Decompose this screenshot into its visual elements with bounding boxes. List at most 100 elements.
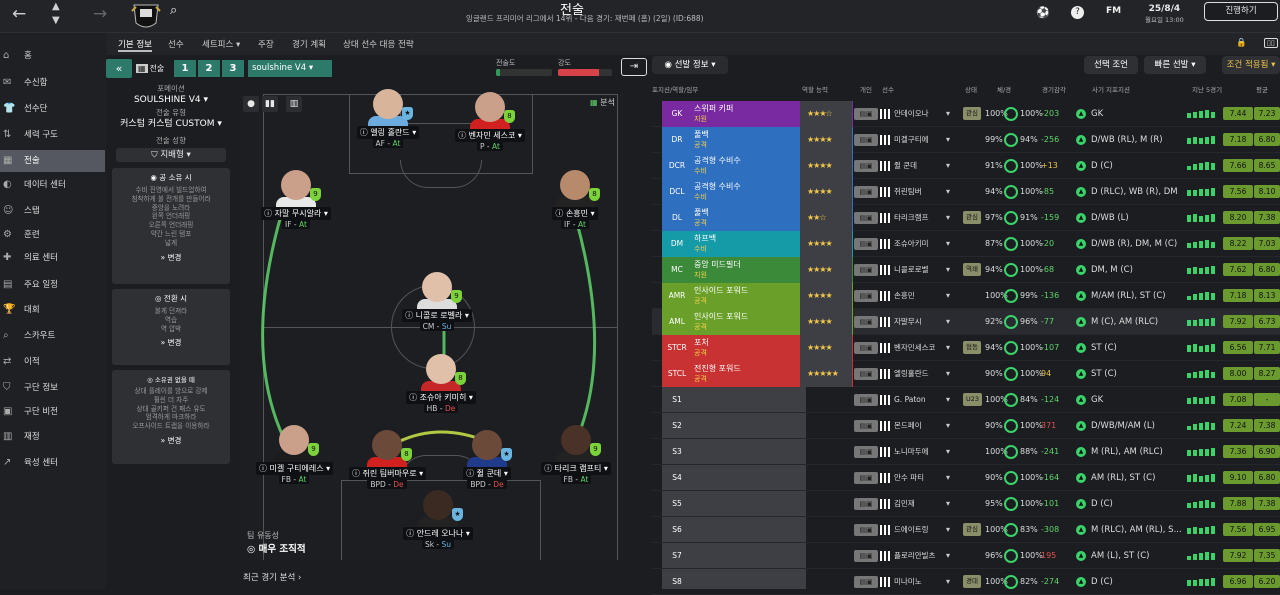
chevron-down-icon[interactable]: ▾ xyxy=(946,361,950,387)
chevron-down-icon[interactable]: ▾ xyxy=(946,465,950,491)
player-name[interactable]: G. Paton xyxy=(894,387,942,413)
player-name[interactable]: 벤자민세스코 xyxy=(894,335,942,361)
table-row[interactable]: STCR포처▾공격★★★★ ▤▣ 벤자민세스코▾ 협동 94% 100%-107 ▲ ST (… xyxy=(652,335,1280,361)
table-row[interactable]: DL 풀백▾공격★★☆ ▤▣ 타리크램프▾ 관심 97% 91%-159 ▲ D/WB (L) 8… xyxy=(652,205,1280,231)
pitch-player[interactable]: 8 ⓘ 벤자민 세스코 ▾ P - At xyxy=(452,92,528,152)
pitch-player[interactable]: 8 ⓘ 조슈아 키미히 ▾ HB - De xyxy=(403,354,479,414)
individual-instructions-icon[interactable]: ▤▣ xyxy=(854,108,878,120)
table-row[interactable]: S2 ▤▣ 몬드페이 ▾ 90% 100% 371 ▲ D/WB/M/AM (L) 7.24 7.3… xyxy=(652,413,1280,439)
conditions-button[interactable]: 조건 적용됨 ▾ xyxy=(1222,56,1280,74)
sidebar-item-dev-centre[interactable]: ↗ 육성 센터 xyxy=(0,452,105,474)
panel-toggle-icon[interactable]: ▯▯ xyxy=(1264,38,1278,48)
tactic-selector[interactable]: soulshine V4 ▾ xyxy=(248,60,332,77)
collapse-panel-button[interactable]: « xyxy=(106,59,132,78)
mentality-select[interactable]: ⛉ 지배형 ▾ xyxy=(116,148,226,162)
chevron-down-icon[interactable]: ▾ xyxy=(946,179,950,205)
individual-instructions-icon[interactable]: ▤▣ xyxy=(854,160,878,172)
table-row[interactable]: S7 ▤▣ 플로리안빌츠 ▾ 96% 100% 195 ▲ AM (L), ST (C) 7.92… xyxy=(652,543,1280,569)
sidebar-item-tactics[interactable]: ▦ 전술 xyxy=(0,150,105,172)
chevron-down-icon[interactable]: ▾ xyxy=(946,153,950,179)
chevron-down-icon[interactable]: ▾ xyxy=(946,309,950,335)
sidebar-item-finances[interactable]: ▥ 재정 xyxy=(0,426,105,448)
role-selector[interactable]: 풀백▾공격 xyxy=(690,127,836,153)
table-row[interactable]: S5 ▤▣ 김민재 ▾ 95% 100% -101 ▲ D (C) 7.88 7.38 xyxy=(652,491,1280,517)
role-selector[interactable]: 풀백▾공격 xyxy=(690,205,836,231)
chevron-down-icon[interactable]: ▾ xyxy=(946,205,950,231)
forward-arrow-icon[interactable]: → xyxy=(93,4,107,24)
stats-icon[interactable]: ▮▮ xyxy=(262,96,278,112)
table-row[interactable]: S4 ▤▣ 안수 파티 ▾ 90% 100% -164 ▲ AM (RL), ST (C) 9.1… xyxy=(652,465,1280,491)
pitch-player[interactable]: 9 ⓘ 타리크 램프티 ▾ FB - At xyxy=(538,425,614,485)
individual-instructions-icon[interactable]: ▤▣ xyxy=(854,264,878,276)
tab-opposition-instructions[interactable]: 상대 선수 대응 전략 xyxy=(343,38,414,50)
player-info-icon[interactable]: ● xyxy=(243,96,259,112)
table-row[interactable]: S3 ▤▣ 노니마두에 ▾ 100% 88% -241 ▲ M (RL), AM (RLC) 7.… xyxy=(652,439,1280,465)
pitch-player[interactable]: ★ ⓘ 안드레 오나나 ▾ Sk - Su xyxy=(400,490,476,550)
chevron-down-icon[interactable]: ▾ xyxy=(946,257,950,283)
sidebar-item-medical[interactable]: ✚ 의료 센터 xyxy=(0,247,105,269)
table-row[interactable]: DR 풀백▾공격★★★★ ▤▣ 미겔구티에▾ 99% 94%-256 ▲ D/WB (RL),… xyxy=(652,127,1280,153)
instructions-icon[interactable]: ▥ xyxy=(286,96,302,112)
table-row[interactable]: DCR 공격형 수비수▾수비★★★★ ▤▣ 쥘 쿤데▾ 91% 100%+13 ▲ D (C)… xyxy=(652,153,1280,179)
table-row[interactable]: AML 인사이드 포워드▾공격★★★★ ▤▣ 자말무시▾ 92% 96%-77 ▲ M (C)… xyxy=(652,309,1280,335)
table-row[interactable]: S8 ▤▣ 미나미노 ▾ 경대 100% 82% -274 ▲ D (C) 6.96 6.20 xyxy=(652,569,1280,595)
table-row[interactable]: AMR인사이드 포워드▾공격★★★★▤▣손흥민▾100%99%-136▲M/AM… xyxy=(652,283,1280,309)
player-name[interactable]: 조슈아키미 xyxy=(894,231,942,257)
table-row[interactable]: GK스위퍼 키퍼▾지원★★★☆▤▣안데이오나▾관심100%100%-203▲GK… xyxy=(652,101,1280,127)
sidebar-item-inbox[interactable]: ✉ 수신함 xyxy=(0,72,105,94)
recent-match-analysis-link[interactable]: 최근 경기 분석 › xyxy=(243,571,301,583)
pitch-player[interactable]: 8 ⓘ 쥐린 팀버마우로 ▾ BPD - De xyxy=(349,430,427,490)
tactic-slot-1[interactable]: 1 xyxy=(174,60,196,77)
sidebar-item-club-info[interactable]: ⛉ 구단 정보 xyxy=(0,377,105,399)
individual-instructions-icon[interactable]: ▤▣ xyxy=(854,524,878,536)
sidebar-item-squad[interactable]: 👕 선수단 xyxy=(0,98,105,120)
tab-match-plans[interactable]: 경기 계획 xyxy=(292,38,326,50)
player-name[interactable]: 드에이트링 xyxy=(894,517,942,543)
selection-info-dropdown[interactable]: ◉ 선발 정보 ▾ xyxy=(652,56,728,74)
individual-instructions-icon[interactable]: ▤▣ xyxy=(854,316,878,328)
out-possession-change-button[interactable]: » 변경 xyxy=(115,435,227,446)
pitch-player[interactable]: 9 ⓘ 자말 무시알라 ▾ IF - At xyxy=(258,170,334,230)
pitch-player[interactable]: 8 ⓘ 손흥민 ▾ IF - At xyxy=(537,170,613,230)
chevron-down-icon[interactable]: ▾ xyxy=(946,335,950,361)
role-selector[interactable]: 공격형 수비수▾수비 xyxy=(690,179,836,205)
table-row[interactable]: STCL전진형 포워드▾공격★★★★★ ▤▣ 엘링홀란드▾ 90% 100%94 ▲ ST … xyxy=(652,361,1280,387)
tab-overview[interactable]: 기본 정보 xyxy=(118,38,152,52)
formation-select[interactable]: SOULSHINE V4 ▾ xyxy=(112,94,230,106)
col-condition[interactable]: 체/경 xyxy=(997,84,1011,94)
chevron-down-icon[interactable]: ▾ xyxy=(946,283,950,309)
back-arrow-icon[interactable]: ← xyxy=(12,4,26,24)
role-selector[interactable]: 인사이드 포워드▾공격 xyxy=(690,283,836,309)
player-name[interactable]: 엘링홀란드 xyxy=(894,361,942,387)
player-name[interactable]: 안수 파티 xyxy=(894,465,942,491)
tactic-slot-2[interactable]: 2 xyxy=(198,60,220,77)
tactic-slot-3[interactable]: 3 xyxy=(222,60,244,77)
table-row[interactable]: S1 ▤▣ G. Paton ▾ U23 100% 84% -124 ▲ GK 7.08- xyxy=(652,387,1280,413)
col-morale-position[interactable]: 사기 지포지션 xyxy=(1092,84,1130,94)
chevron-down-icon[interactable]: ▾ xyxy=(946,127,950,153)
sidebar-item-home[interactable]: ⌂ 홈 xyxy=(0,45,105,67)
pitch-player[interactable]: 9 ⓘ 니콜로 로벨라 ▾ CM - Su xyxy=(399,272,475,332)
individual-instructions-icon[interactable]: ▤▣ xyxy=(854,498,878,510)
individual-instructions-icon[interactable]: ▤▣ xyxy=(854,342,878,354)
individual-instructions-icon[interactable]: ▤▣ xyxy=(854,368,878,380)
chevron-down-icon[interactable]: ▾ xyxy=(946,231,950,257)
col-last-5[interactable]: 지난 5경기 xyxy=(1192,84,1222,94)
style-select[interactable]: 커스텀 커스텀 CUSTOM ▾ xyxy=(112,118,230,130)
player-name[interactable]: 플로리안빌츠 xyxy=(894,543,942,569)
individual-instructions-icon[interactable]: ▤▣ xyxy=(854,186,878,198)
sidebar-item-staff[interactable]: ☺ 스탭 xyxy=(0,200,105,222)
player-name[interactable]: 노니마두에 xyxy=(894,439,942,465)
player-name[interactable]: 미나미노 xyxy=(894,569,942,595)
individual-instructions-icon[interactable]: ▤▣ xyxy=(854,446,878,458)
sidebar-item-schedule[interactable]: ▤ 주요 일정 xyxy=(0,274,105,296)
player-name[interactable]: 김민재 xyxy=(894,491,942,517)
continue-button[interactable]: 진행하기 xyxy=(1204,2,1278,21)
help-icon[interactable]: ? xyxy=(1071,6,1084,19)
in-transition-change-button[interactable]: » 변경 xyxy=(115,337,227,348)
individual-instructions-icon[interactable]: ▤▣ xyxy=(854,576,878,588)
tab-set-pieces[interactable]: 세트피스 ▾ xyxy=(202,38,240,50)
quick-pick-button[interactable]: 빠른 선발 ▾ xyxy=(1144,56,1206,74)
individual-instructions-icon[interactable]: ▤▣ xyxy=(854,472,878,484)
table-row[interactable]: MC 중앙 미드필더▾지원★★★★ ▤▣ 니콜로로벨▾ 역쇄 94% 100%-68 ▲ DM,… xyxy=(652,257,1280,283)
